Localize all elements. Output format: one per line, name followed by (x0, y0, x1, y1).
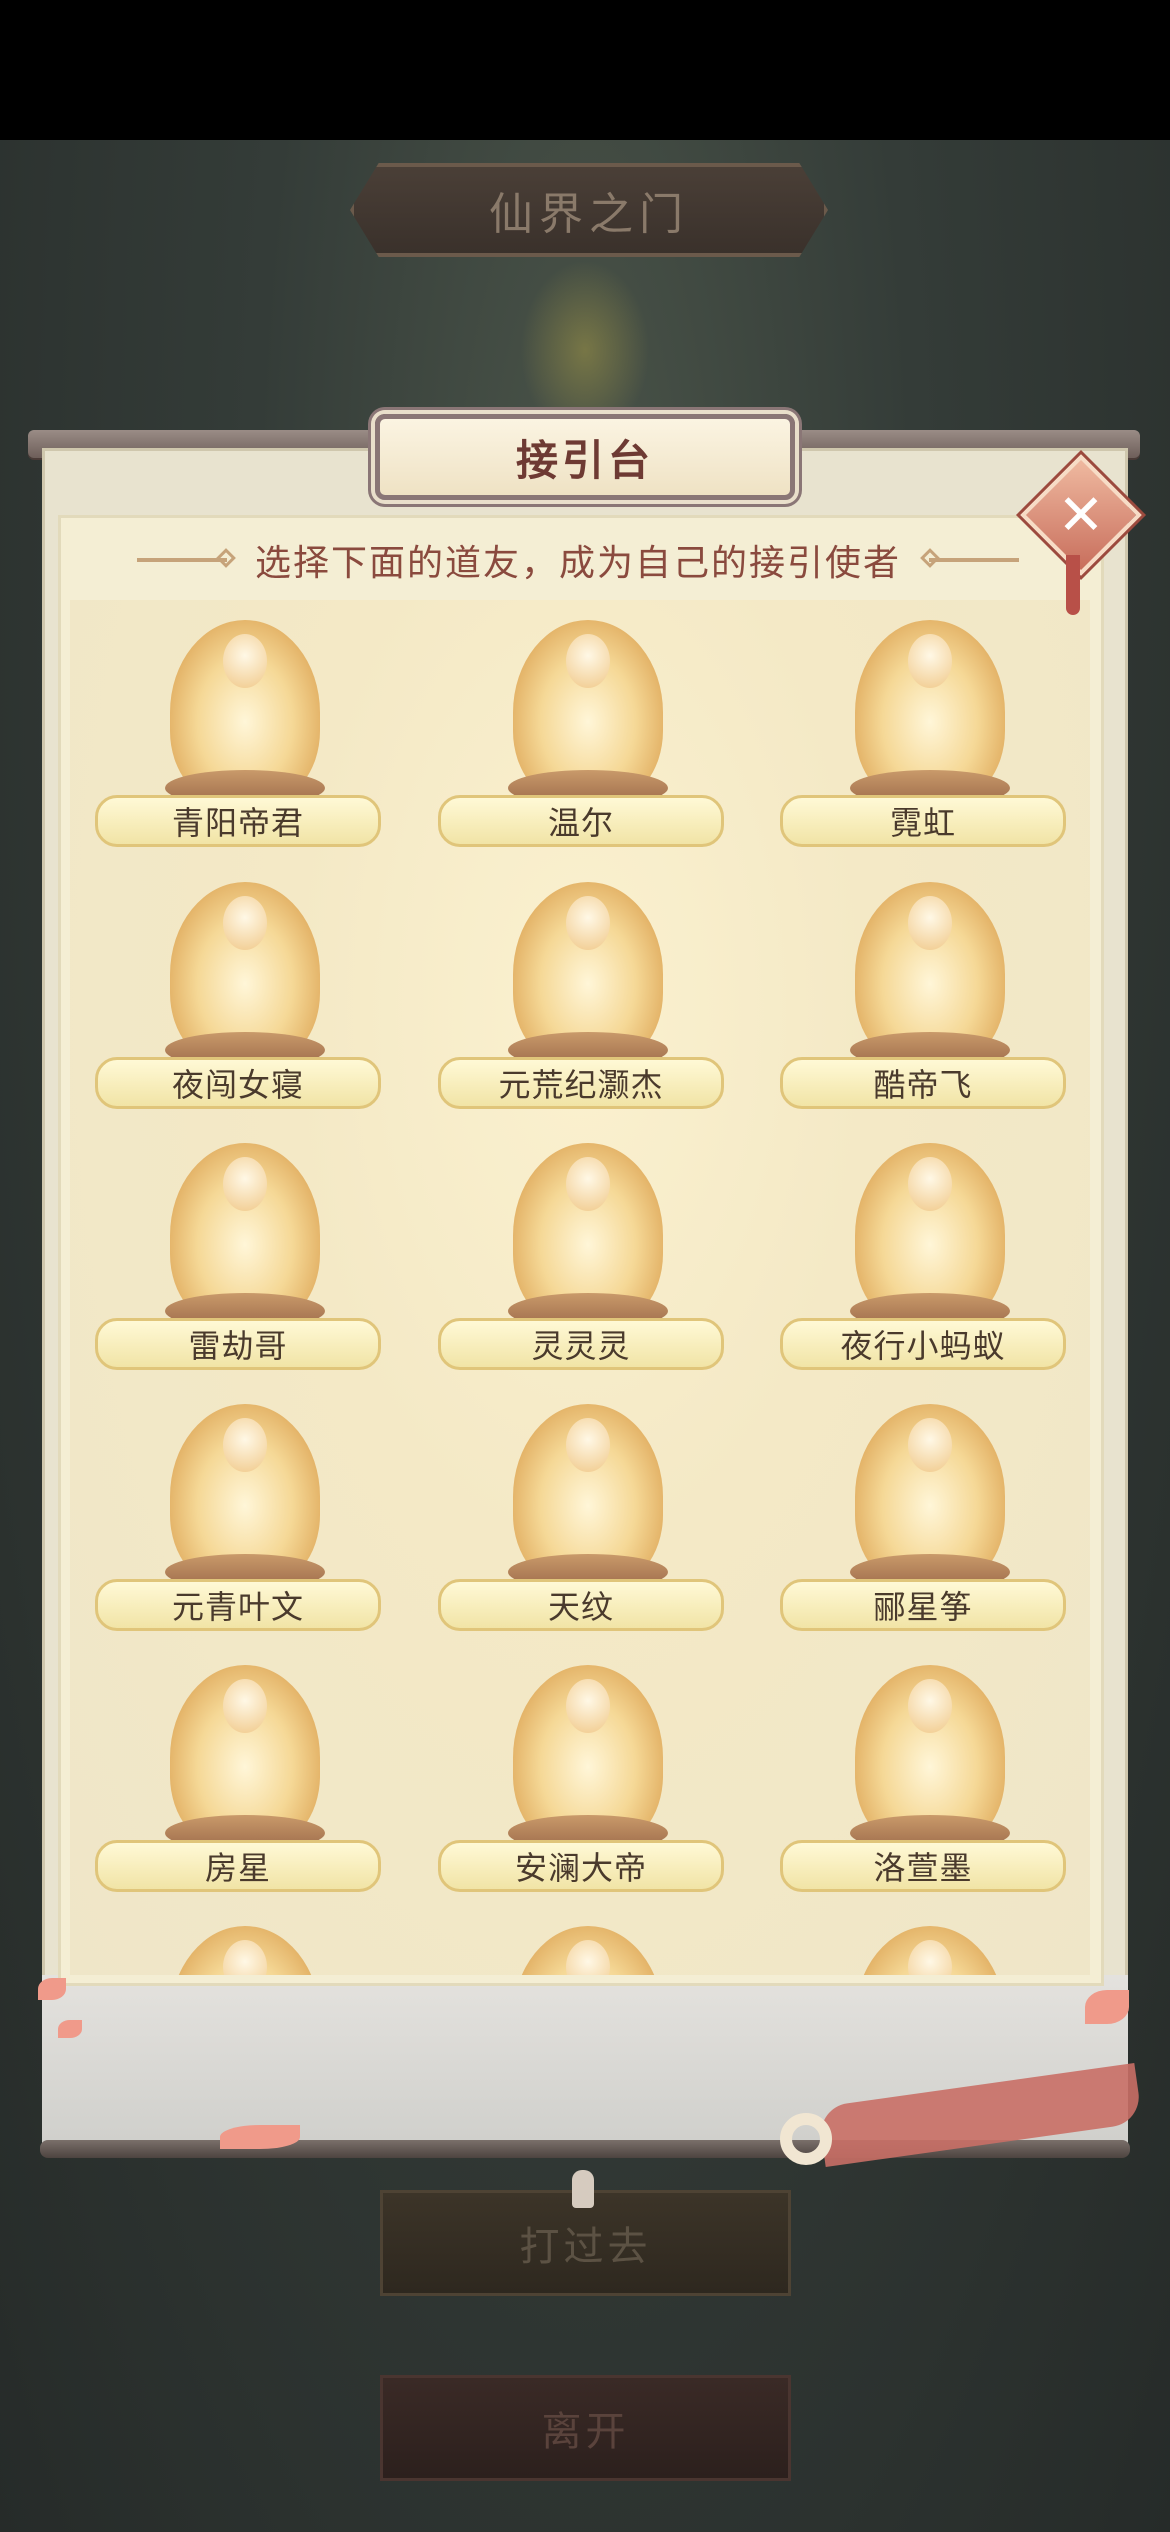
close-icon[interactable]: ✕ (1038, 472, 1124, 558)
candidate-name: 元青叶文 (95, 1579, 381, 1631)
candidate-name: 元荒纪灏杰 (438, 1057, 724, 1109)
candidate-name: 青阳帝君 (95, 795, 381, 847)
tassel-decoration (1066, 555, 1080, 615)
candidate-grid[interactable]: 青阳帝君 温尔 霓虹夜闯女寝 元荒纪灏杰 酷帝飞雷劫哥 灵灵灵 夜行小蚂蚁元青叶文 天纹 郦星筝… (70, 600, 1090, 1975)
statue-head (566, 634, 610, 688)
candidate-card[interactable]: 雷劫哥 (95, 1133, 385, 1373)
gate-title: 仙界之门 (350, 163, 828, 257)
statue-head (223, 1157, 267, 1211)
candidate-name: 安澜大帝 (438, 1840, 724, 1892)
statue-head (223, 634, 267, 688)
petal-decoration (1085, 1990, 1129, 2024)
candidate-card[interactable] (780, 1916, 1070, 1975)
statue-head (566, 1418, 610, 1472)
panel-header: 选择下面的道友，成为自己的接引使者 (58, 520, 1098, 600)
candidate-card[interactable] (95, 1916, 385, 1975)
selection-prompt: 选择下面的道友，成为自己的接引使者 (254, 543, 901, 584)
statue-head (908, 1679, 952, 1733)
candidate-card[interactable]: 元青叶文 (95, 1394, 385, 1634)
candidate-card[interactable]: 夜闯女寝 (95, 872, 385, 1112)
statue-head (908, 1418, 952, 1472)
candidate-card[interactable]: 青阳帝君 (95, 610, 385, 850)
bell-decoration (572, 2170, 594, 2208)
statue-head (566, 896, 610, 950)
candidate-name: 雷劫哥 (95, 1318, 381, 1370)
right-ornament (929, 558, 1019, 562)
panel-title: 接引台 (375, 414, 795, 500)
jade-ring-decoration (780, 2113, 832, 2165)
candidate-name: 夜行小蚂蚁 (780, 1318, 1066, 1370)
petal-decoration (58, 2020, 82, 2038)
statue-head (223, 896, 267, 950)
statue-head (223, 1418, 267, 1472)
candidate-card[interactable]: 洛萱墨 (780, 1655, 1070, 1895)
status-bar (0, 0, 1170, 140)
candidate-name: 温尔 (438, 795, 724, 847)
leave-button[interactable]: 离开 (380, 2375, 791, 2481)
candidate-name: 郦星筝 (780, 1579, 1066, 1631)
candidate-name: 洛萱墨 (780, 1840, 1066, 1892)
candidate-card[interactable]: 房星 (95, 1655, 385, 1895)
candidate-name: 天纹 (438, 1579, 724, 1631)
statue-head (908, 896, 952, 950)
statue-head (223, 1679, 267, 1733)
left-ornament (136, 558, 227, 562)
candidate-card[interactable]: 夜行小蚂蚁 (780, 1133, 1070, 1373)
statue-head (566, 1157, 610, 1211)
candidate-card[interactable]: 元荒纪灏杰 (438, 872, 728, 1112)
candidate-name: 房星 (95, 1840, 381, 1892)
candidate-name: 酷帝飞 (780, 1057, 1066, 1109)
statue-head (566, 1679, 610, 1733)
candidate-card[interactable]: 霓虹 (780, 610, 1070, 850)
candidate-name: 霓虹 (780, 795, 1066, 847)
candidate-card[interactable]: 安澜大帝 (438, 1655, 728, 1895)
statue-head (908, 1157, 952, 1211)
candidate-card[interactable]: 郦星筝 (780, 1394, 1070, 1634)
candidate-name: 灵灵灵 (438, 1318, 724, 1370)
candidate-card[interactable] (438, 1916, 728, 1975)
candidate-card[interactable]: 温尔 (438, 610, 728, 850)
petal-decoration (220, 2125, 300, 2149)
candidate-card[interactable]: 天纹 (438, 1394, 728, 1634)
candidate-name: 夜闯女寝 (95, 1057, 381, 1109)
background-pagoda (520, 260, 650, 410)
candidate-card[interactable]: 酷帝飞 (780, 872, 1070, 1112)
statue-head (908, 634, 952, 688)
candidate-card[interactable]: 灵灵灵 (438, 1133, 728, 1373)
petal-decoration (38, 1978, 66, 2000)
